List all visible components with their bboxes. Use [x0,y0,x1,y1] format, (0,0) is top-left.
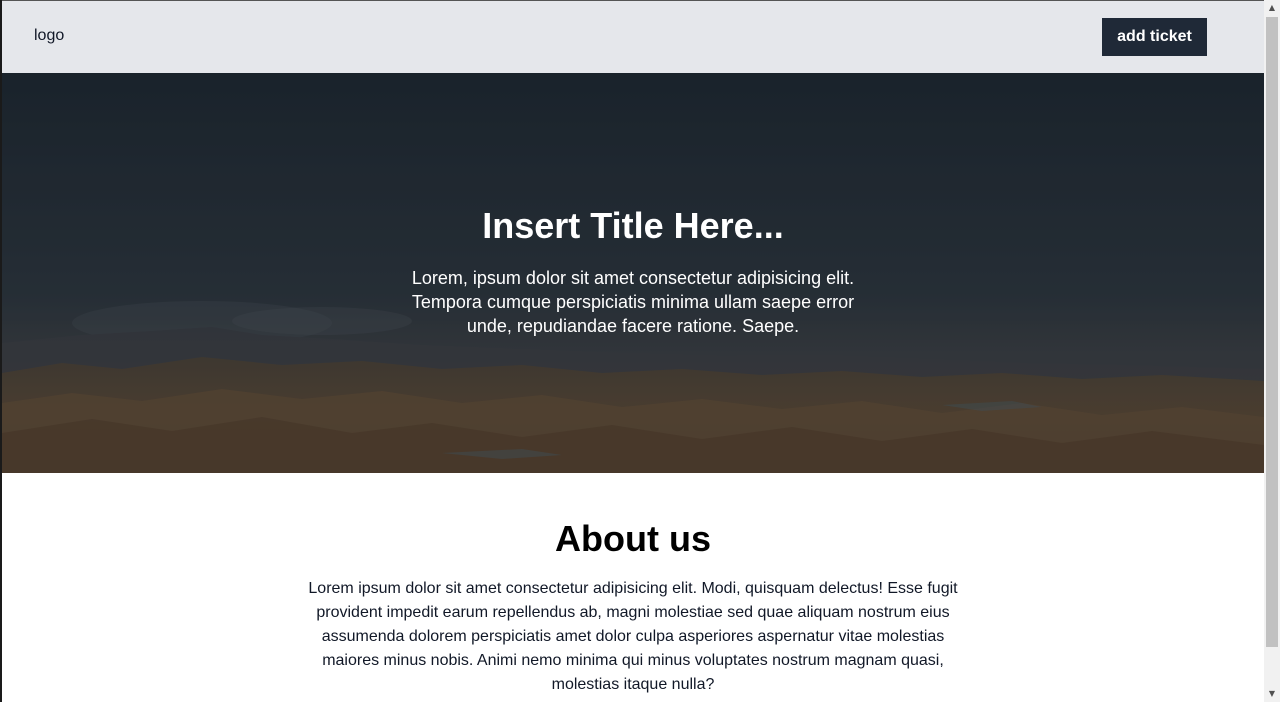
page-viewport: logo add ticket Insert Title Here... Lor… [2,1,1264,702]
logo[interactable]: logo [34,27,64,45]
browser-frame: logo add ticket Insert Title Here... Lor… [0,0,1280,702]
arrow-down-icon[interactable]: ▼ [1264,686,1280,702]
hero-title: Insert Title Here... [482,205,784,246]
about-description: Lorem ipsum dolor sit amet consectetur a… [308,580,958,693]
scrollbar-thumb[interactable] [1266,17,1278,647]
hero-description: Lorem, ipsum dolor sit amet consectetur … [411,268,855,336]
about-title: About us [555,518,711,559]
arrow-up-icon[interactable]: ▲ [1264,0,1280,16]
vertical-scrollbar[interactable]: ▲ ▼ [1264,0,1280,702]
add-ticket-button[interactable]: add ticket [1102,18,1207,56]
hero-section: Insert Title Here... Lorem, ipsum dolor … [2,73,1264,473]
navbar: logo add ticket [2,1,1264,73]
